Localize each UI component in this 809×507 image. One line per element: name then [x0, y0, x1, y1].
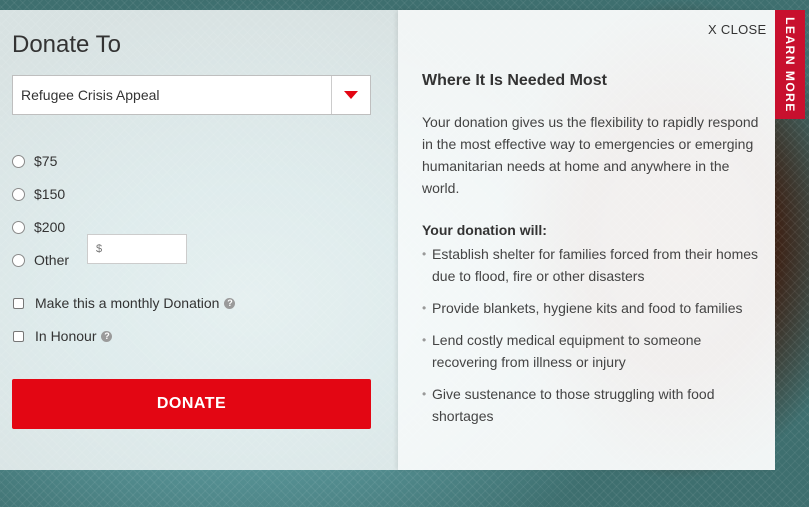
- monthly-checkbox[interactable]: [13, 297, 24, 309]
- info-panel: X CLOSE Where It Is Needed Most Your don…: [398, 10, 775, 470]
- bullet-icon: •: [422, 333, 427, 347]
- amount-label: $75: [34, 153, 58, 169]
- caret-down-icon[interactable]: [344, 91, 358, 99]
- form-title: Donate To: [12, 31, 121, 58]
- select-divider: [331, 76, 332, 114]
- benefit-text: Lend costly medical equipment to someone…: [432, 332, 702, 370]
- question-circle-icon[interactable]: ?: [101, 330, 113, 342]
- learn-more-label: LEARN MORE: [783, 17, 797, 113]
- benefit-text: Establish shelter for families forced fr…: [432, 246, 759, 284]
- list-item: • Provide blankets, hygiene kits and foo…: [422, 297, 762, 319]
- amount-radio[interactable]: [12, 154, 25, 168]
- donate-button[interactable]: DONATE: [12, 379, 371, 429]
- appeal-select[interactable]: Refugee Crisis Appeal: [12, 75, 371, 115]
- in-honour-option[interactable]: In Honour ?: [13, 327, 113, 345]
- monthly-label: Make this a monthly Donation: [35, 295, 220, 311]
- amount-option-200[interactable]: $200: [12, 217, 65, 237]
- benefit-text: Provide blankets, hygiene kits and food …: [432, 300, 743, 316]
- amount-label: $150: [34, 186, 66, 202]
- appeal-select-value: Refugee Crisis Appeal: [21, 87, 160, 103]
- bullet-icon: •: [422, 247, 427, 261]
- close-button[interactable]: X CLOSE: [708, 22, 766, 37]
- amount-label: Other: [34, 252, 70, 268]
- list-item: • Give sustenance to those struggling wi…: [422, 383, 762, 427]
- monthly-donation-option[interactable]: Make this a monthly Donation ?: [13, 294, 236, 312]
- bullet-icon: •: [422, 301, 427, 315]
- benefit-text: Give sustenance to those struggling with…: [432, 386, 715, 424]
- amount-option-75[interactable]: $75: [12, 151, 57, 171]
- other-amount-input[interactable]: [87, 234, 187, 264]
- honour-checkbox[interactable]: [13, 330, 24, 342]
- list-item: • Lend costly medical equipment to someo…: [422, 329, 762, 373]
- question-circle-icon[interactable]: ?: [224, 297, 236, 309]
- donate-form-panel: Donate To Refugee Crisis Appeal $75 $150…: [0, 10, 398, 470]
- amount-radio[interactable]: [12, 253, 25, 267]
- info-title: Where It Is Needed Most: [422, 72, 607, 89]
- donation-will-heading: Your donation will:: [422, 222, 547, 238]
- amount-option-150[interactable]: $150: [12, 184, 65, 204]
- amount-option-other[interactable]: Other: [12, 250, 69, 270]
- honour-label: In Honour: [35, 328, 97, 344]
- amount-radio[interactable]: [12, 187, 25, 201]
- donation-modal: Donate To Refugee Crisis Appeal $75 $150…: [0, 10, 775, 470]
- learn-more-tab[interactable]: LEARN MORE: [775, 10, 805, 119]
- amount-label: $200: [34, 219, 66, 235]
- amount-radio[interactable]: [12, 220, 25, 234]
- bullet-icon: •: [422, 387, 427, 401]
- benefits-list: • Establish shelter for families forced …: [422, 243, 762, 437]
- info-body: Your donation gives us the flexibility t…: [422, 114, 759, 196]
- list-item: • Establish shelter for families forced …: [422, 243, 762, 287]
